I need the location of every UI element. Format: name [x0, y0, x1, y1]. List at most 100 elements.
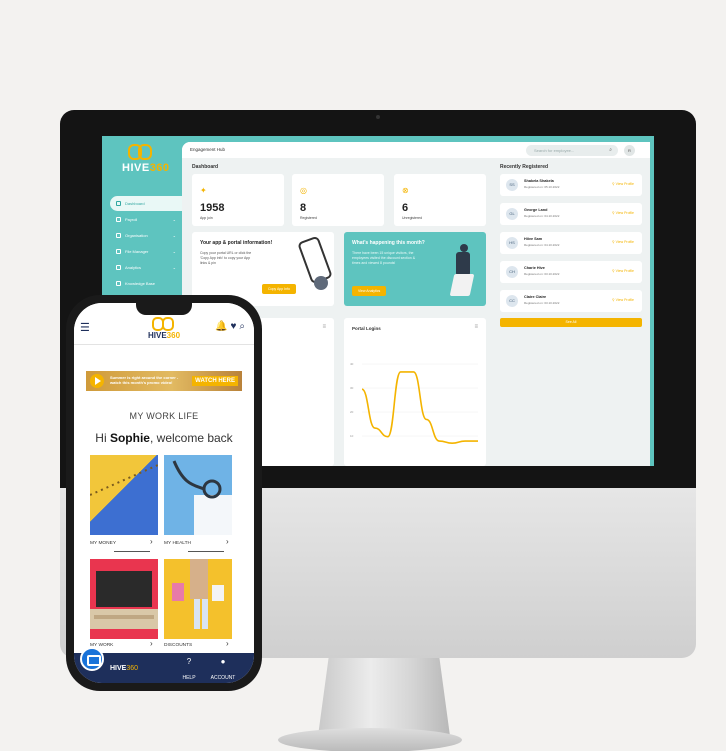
sidebar-item-payroll[interactable]: Payroll ⌄ [110, 212, 182, 227]
banner-text: Summer is right around the corner - watc… [110, 375, 179, 385]
view-profile-label: View Profile [615, 182, 634, 186]
register-date: Registered on: 03.10.2022 [524, 301, 560, 305]
user-name: Claire Claire [524, 295, 547, 299]
list-item: SS Shakela Shakela Registered on: 05.10.… [500, 174, 642, 196]
brand-name: HIVE [148, 331, 167, 340]
sidebar-item-label: Organisation [125, 233, 148, 238]
play-icon[interactable] [90, 374, 104, 388]
view-analytics-button[interactable]: View Analytics [352, 286, 387, 296]
avatar: GL [506, 208, 518, 220]
greeting-suffix: , welcome back [149, 431, 233, 445]
money-image [90, 464, 158, 496]
view-profile-link[interactable]: ⚲ View Profile [612, 298, 634, 302]
monitor-stand-base [278, 728, 462, 751]
portal-logins-panel: Portal Logins ≡ 40 30 20 10 [344, 318, 486, 466]
tile-my-money[interactable] [90, 455, 158, 535]
phone-footer: HIVE360 ? HELP ● ACCOUNT [74, 647, 254, 683]
sidebar-item-organisation[interactable]: Organisation ⌄ [110, 228, 182, 243]
menu-icon[interactable]: ≡ [322, 324, 326, 330]
register-date: Registered on: 04.10.2022 [524, 214, 560, 218]
book-icon [116, 281, 121, 286]
brand-name: HIVE [110, 665, 127, 672]
tile-my-work[interactable] [90, 559, 158, 639]
sidebar-item-file-manager[interactable]: File Manager ⌄ [110, 244, 182, 259]
hamburger-menu-icon[interactable]: ☰ [80, 321, 90, 334]
chevron-down-icon: ⌄ [172, 249, 176, 254]
tile-label: MY HEALTH [164, 541, 192, 546]
chevron-down-icon: ⌄ [172, 233, 176, 238]
phone-notch [136, 303, 192, 315]
chevron-right-icon[interactable]: › [226, 639, 229, 648]
view-profile-link[interactable]: ⚲ View Profile [612, 240, 634, 244]
see-all-button[interactable]: See All [500, 318, 642, 327]
stat-card-registered: ◎ 8 Registered [292, 174, 384, 226]
tile-my-health[interactable] [164, 455, 232, 535]
welcome-message: Hi Sophie, welcome back [74, 431, 254, 445]
panel-title: Portal Logins [352, 326, 381, 331]
promo-banner[interactable]: Summer is right around the corner - watc… [86, 371, 242, 391]
view-profile-label: View Profile [615, 240, 634, 244]
brand-logo[interactable]: HIVE360 [144, 317, 188, 343]
stat-value: 6 [402, 202, 409, 214]
avatar[interactable]: R [624, 145, 635, 156]
laptop-image [90, 571, 158, 629]
clock-icon [314, 276, 328, 290]
stat-value: 8 [300, 202, 307, 214]
sidebar-item-label: File Manager [125, 249, 149, 254]
sidebar-item-label: Analytics [125, 265, 142, 270]
tile-label: DISCOUNTS [164, 643, 193, 648]
menu-icon[interactable]: ≡ [474, 324, 478, 330]
user-name: George Land [524, 208, 548, 212]
user-name: Hiive Sam [524, 237, 543, 241]
y-tick-label: 20 [350, 410, 354, 414]
greeting-prefix: Hi [95, 431, 110, 445]
tile-underline [188, 551, 224, 552]
copy-app-info-button[interactable]: Copy App Info [262, 284, 296, 294]
folder-icon [116, 249, 121, 254]
card-text: There have been 15 unique visitors, the … [352, 251, 416, 265]
brand-name: HIVE [122, 162, 150, 174]
user-name: Shakela Shakela [524, 179, 554, 183]
logo-rings-icon [128, 144, 156, 160]
chevron-right-icon[interactable]: › [150, 537, 153, 546]
page-title: Engagement Hub [190, 147, 226, 152]
search-icon[interactable]: ⌕ [239, 321, 248, 332]
sidebar-item-knowledge-base[interactable]: Knowledge Base [110, 276, 182, 291]
tile-label: MY MONEY [90, 541, 117, 546]
stat-label: Registered [300, 216, 317, 220]
view-profile-link[interactable]: ⚲ View Profile [612, 269, 634, 273]
watch-here-button[interactable]: WATCH HERE [192, 376, 238, 386]
view-profile-label: View Profile [615, 211, 634, 215]
chevron-right-icon[interactable]: › [150, 639, 153, 648]
chevron-right-icon[interactable]: › [226, 537, 229, 546]
top-bar: Engagement Hub Search for employee... ⌕ R [182, 142, 650, 158]
stethoscope-image [172, 460, 232, 535]
sidebar-item-label: Dashboard [125, 201, 145, 206]
brand-logo[interactable]: HIVE360 [114, 144, 170, 184]
sidebar-item-analytics[interactable]: Analytics ⌄ [110, 260, 182, 275]
sidebar-item-label: Knowledge Base [125, 281, 156, 286]
stat-card-app-join: ✦ 1958 App join [192, 174, 284, 226]
bell-icon[interactable]: 🔔 [215, 321, 230, 332]
sidebar-item-dashboard[interactable]: Dashboard [110, 196, 182, 211]
help-button[interactable]: ? HELP [174, 657, 204, 683]
tile-discounts[interactable] [164, 559, 232, 639]
list-item: HS Hiive Sam Registered on: 04.10.2022 ⚲… [500, 232, 642, 254]
chat-icon[interactable] [80, 647, 104, 671]
brand-suffix: 360 [126, 665, 139, 672]
account-button[interactable]: ● ACCOUNT [208, 657, 238, 683]
phone-illustration [297, 235, 333, 285]
list-item: CC Claire Claire Registered on: 03.10.20… [500, 290, 642, 312]
view-profile-link[interactable]: ⚲ View Profile [612, 211, 634, 215]
avatar: HS [506, 237, 518, 249]
search-icon: ⌕ [609, 147, 612, 153]
help-icon: ? [186, 657, 192, 666]
user-name: Sophie [109, 431, 150, 445]
view-profile-link[interactable]: ⚲ View Profile [612, 182, 634, 186]
shopping-image [172, 559, 224, 629]
list-item: CH Charie Hive Registered on: 03.10.2022… [500, 261, 642, 283]
search-input[interactable]: Search for employee... ⌕ [526, 145, 618, 156]
account-label: ACCOUNT [210, 675, 236, 681]
register-date: Registered on: 05.10.2022 [524, 185, 560, 189]
dashboard-title: Dashboard [192, 164, 219, 170]
